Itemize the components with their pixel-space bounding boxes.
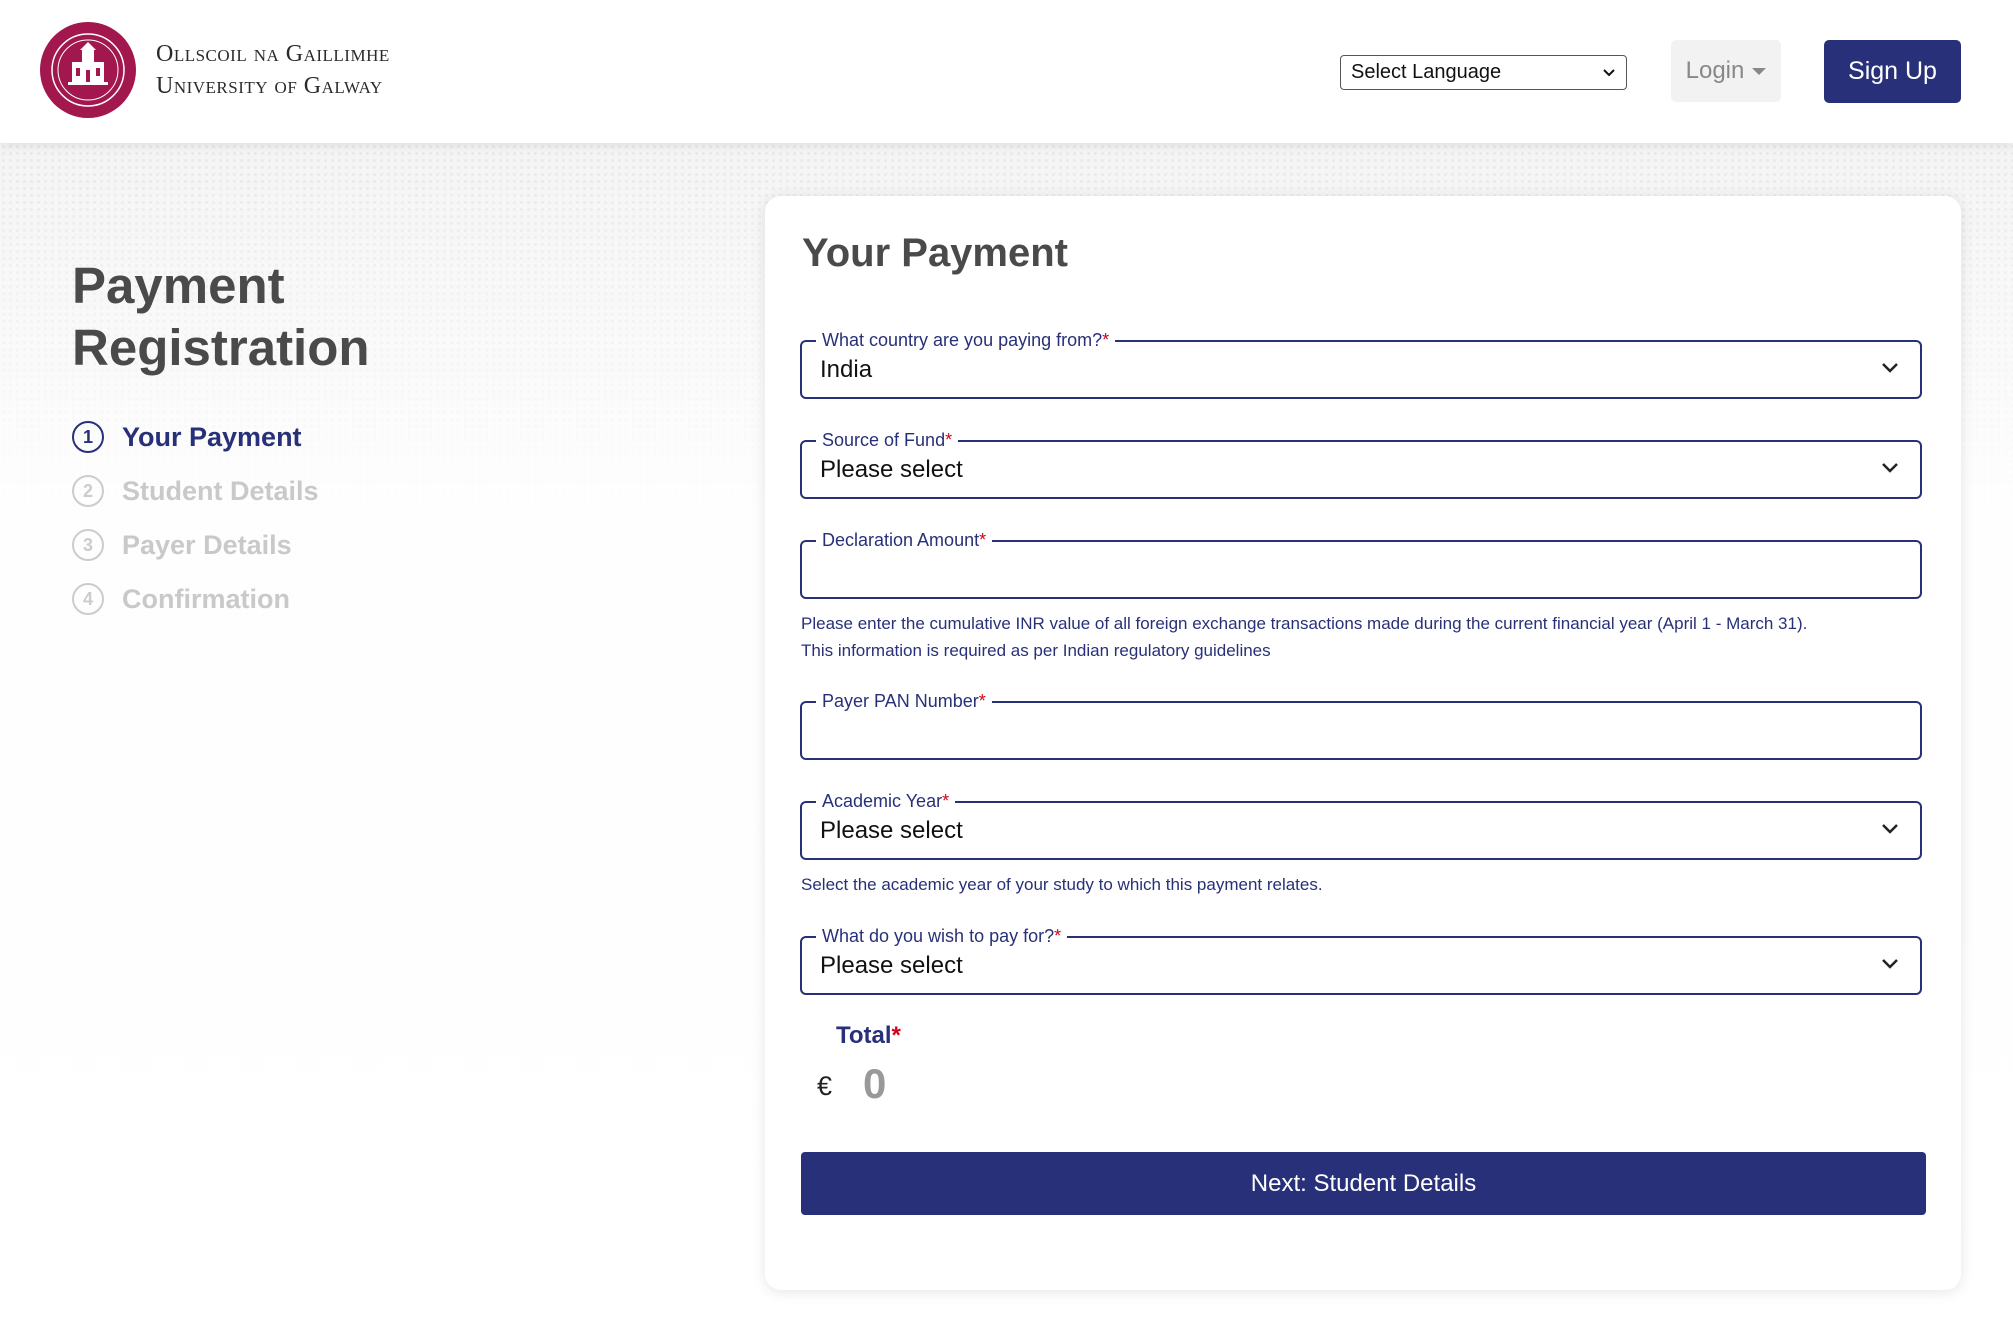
step-payer-details: 3 Payer Details <box>72 518 319 572</box>
logo-text-irish: Ollscoil na Gaillimhe <box>156 41 390 67</box>
step-label: Confirmation <box>122 583 290 614</box>
declaration-amount-label: Declaration Amount* <box>816 528 993 552</box>
step-label: Payer Details <box>122 529 292 560</box>
progress-steps: 1 Your Payment 2 Student Details 3 Payer… <box>72 410 319 626</box>
login-button[interactable]: Login <box>1671 40 1781 102</box>
chevron-down-icon <box>1882 463 1898 473</box>
source-of-fund-label: Source of Fund* <box>816 428 959 452</box>
declaration-amount-hint: Please enter the cumulative INR value of… <box>801 614 1808 660</box>
step-number: 2 <box>72 475 104 507</box>
total-amount: 0 <box>863 1060 887 1107</box>
step-number: 3 <box>72 529 104 561</box>
pay-for-select[interactable]: What do you wish to pay for?* Please sel… <box>800 924 1922 995</box>
pan-number-input[interactable]: Payer PAN Number* <box>800 689 1922 760</box>
step-number: 1 <box>72 421 104 453</box>
currency-symbol: € <box>817 1071 833 1101</box>
pay-for-label: What do you wish to pay for?* <box>816 924 1068 948</box>
university-logo[interactable]: Ollscoil na Gaillimhe University of Galw… <box>38 20 390 120</box>
pay-for-value: Please select <box>820 952 963 979</box>
chevron-down-icon <box>1882 959 1898 969</box>
step-label: Student Details <box>122 475 319 506</box>
page-title: Payment Registration <box>72 257 370 376</box>
step-label: Your Payment <box>122 421 302 452</box>
declaration-amount-input[interactable]: Declaration Amount* <box>800 528 1922 599</box>
login-label: Login <box>1685 57 1745 84</box>
logo-text-english: University of Galway <box>156 73 383 99</box>
step-your-payment: 1 Your Payment <box>72 410 319 464</box>
country-label: What country are you paying from?* <box>816 328 1116 352</box>
source-of-fund-value: Please select <box>820 456 963 483</box>
payment-form-card: Your Payment What country are you paying… <box>765 196 1961 1290</box>
chevron-down-icon <box>1603 68 1615 76</box>
country-value: India <box>820 356 873 383</box>
next-student-details-button[interactable]: Next: Student Details <box>801 1152 1926 1215</box>
top-header: Ollscoil na Gaillimhe University of Galw… <box>0 0 2013 143</box>
chevron-down-icon <box>1882 363 1898 373</box>
university-seal-icon <box>40 22 136 118</box>
country-select[interactable]: What country are you paying from?* India <box>800 328 1922 399</box>
signup-button[interactable]: Sign Up <box>1824 40 1961 103</box>
chevron-down-icon <box>1882 824 1898 834</box>
academic-year-hint: Select the academic year of your study t… <box>801 875 1323 894</box>
caret-down-icon <box>1752 67 1767 75</box>
academic-year-label: Academic Year* <box>816 789 956 813</box>
step-number: 4 <box>72 583 104 615</box>
academic-year-value: Please select <box>820 817 963 844</box>
total-label: Total* <box>836 1022 901 1049</box>
step-confirmation: 4 Confirmation <box>72 572 319 626</box>
step-student-details: 2 Student Details <box>72 464 319 518</box>
pan-number-label: Payer PAN Number* <box>816 689 992 713</box>
form-title: Your Payment <box>802 231 1068 275</box>
language-select[interactable]: Select Language <box>1340 55 1627 90</box>
academic-year-select[interactable]: Academic Year* Please select <box>800 789 1922 860</box>
source-of-fund-select[interactable]: Source of Fund* Please select <box>800 428 1922 499</box>
language-select-value: Select Language <box>1351 61 1502 83</box>
